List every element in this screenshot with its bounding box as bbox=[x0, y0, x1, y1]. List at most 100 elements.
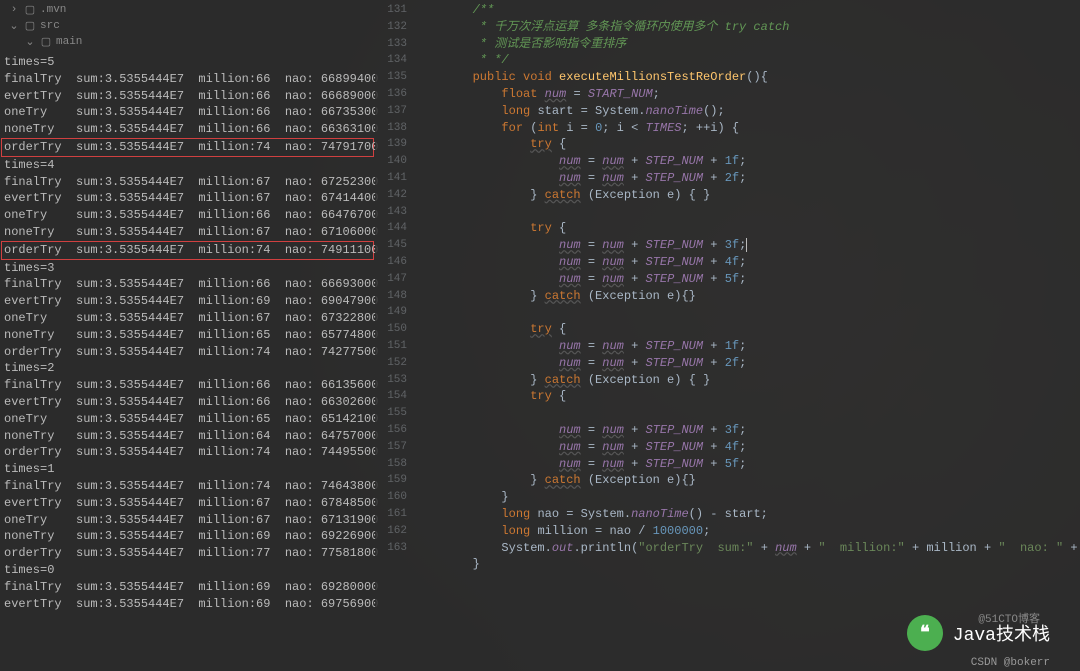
gutter-number: 145 bbox=[375, 237, 415, 254]
console-line: noneTry sum:3.5355444E7 million:66 nao: … bbox=[4, 121, 371, 138]
tree-item-mvn[interactable]: ›▢.mvn bbox=[0, 2, 375, 18]
code-line: num = num + STEP_NUM + 4f; bbox=[415, 439, 1080, 456]
gutter-number: 139 bbox=[375, 136, 415, 153]
console-line: evertTry sum:3.5355444E7 million:67 nao:… bbox=[4, 190, 371, 207]
gutter-number: 149 bbox=[375, 304, 415, 321]
folder-icon: ▢ bbox=[40, 35, 52, 49]
chevron-down-icon: ⌄ bbox=[24, 35, 36, 49]
code-line: num = num + STEP_NUM + 2f; bbox=[415, 170, 1080, 187]
gutter-number: 137 bbox=[375, 103, 415, 120]
code-line: num = num + STEP_NUM + 3f; bbox=[415, 422, 1080, 439]
console-line: noneTry sum:3.5355444E7 million:64 nao: … bbox=[4, 428, 371, 445]
console-line: times=5 bbox=[4, 54, 371, 71]
code-line: long nao = System.nanoTime() - start; bbox=[415, 506, 1080, 523]
code-line: num = num + STEP_NUM + 3f; bbox=[415, 237, 1080, 254]
code-line: num = num + STEP_NUM + 1f; bbox=[415, 153, 1080, 170]
code-line: num = num + STEP_NUM + 5f; bbox=[415, 271, 1080, 288]
gutter-number: 157 bbox=[375, 439, 415, 456]
console-line: times=2 bbox=[4, 360, 371, 377]
watermark: ❝ Java技术栈 bbox=[907, 615, 1050, 651]
tree-label: src bbox=[40, 20, 60, 32]
code-line: System.out.println("orderTry sum:" + num… bbox=[415, 540, 1080, 557]
gutter-number: 161 bbox=[375, 506, 415, 523]
console-line: finalTry sum:3.5355444E7 million:66 nao:… bbox=[4, 276, 371, 293]
code-line: } bbox=[415, 489, 1080, 506]
code-line: try { bbox=[415, 220, 1080, 237]
code-line: num = num + STEP_NUM + 4f; bbox=[415, 254, 1080, 271]
tree-label: .mvn bbox=[40, 4, 66, 16]
gutter-number: 143 bbox=[375, 204, 415, 221]
code-editor[interactable]: /** * 千万次浮点运算 多条指令循环内使用多个 try catch * 测试… bbox=[415, 0, 1080, 671]
gutter-number: 144 bbox=[375, 220, 415, 237]
code-line: try { bbox=[415, 321, 1080, 338]
console-line: oneTry sum:3.5355444E7 million:65 nao: 6… bbox=[4, 411, 371, 428]
gutter-number: 136 bbox=[375, 86, 415, 103]
gutter-number: 152 bbox=[375, 355, 415, 372]
line-gutter: 1311321331341351361371381391401411421431… bbox=[375, 0, 415, 671]
console-line: orderTry sum:3.5355444E7 million:74 nao:… bbox=[4, 344, 371, 361]
gutter-number: 158 bbox=[375, 456, 415, 473]
console-line: oneTry sum:3.5355444E7 million:67 nao: 6… bbox=[4, 310, 371, 327]
console-line: noneTry sum:3.5355444E7 million:65 nao: … bbox=[4, 327, 371, 344]
comment: * */ bbox=[473, 53, 509, 67]
console-line: times=4 bbox=[4, 157, 371, 174]
gutter-number: 138 bbox=[375, 120, 415, 137]
gutter-number: 134 bbox=[375, 52, 415, 69]
gutter-number: 150 bbox=[375, 321, 415, 338]
console-line: finalTry sum:3.5355444E7 million:67 nao:… bbox=[4, 174, 371, 191]
console-line: oneTry sum:3.5355444E7 million:66 nao: 6… bbox=[4, 104, 371, 121]
gutter-number: 133 bbox=[375, 36, 415, 53]
console-line: orderTry sum:3.5355444E7 million:74 nao:… bbox=[1, 138, 374, 157]
gutter-number: 146 bbox=[375, 254, 415, 271]
gutter-number: 155 bbox=[375, 405, 415, 422]
console-line: noneTry sum:3.5355444E7 million:69 nao: … bbox=[4, 528, 371, 545]
console-line: times=3 bbox=[4, 260, 371, 277]
gutter-number: 140 bbox=[375, 153, 415, 170]
console-line: oneTry sum:3.5355444E7 million:66 nao: 6… bbox=[4, 207, 371, 224]
code-line: public void executeMillionsTestReOrder()… bbox=[415, 69, 1080, 86]
console-output[interactable]: times=5 finalTry sum:3.5355444E7 million:… bbox=[0, 52, 375, 671]
file-tree[interactable]: ›▢.mvn ⌄▢src ⌄▢main bbox=[0, 0, 375, 52]
gutter-number: 151 bbox=[375, 338, 415, 355]
left-panel: ›▢.mvn ⌄▢src ⌄▢main times=5finalTry sum:… bbox=[0, 0, 375, 671]
code-line: long start = System.nanoTime(); bbox=[415, 103, 1080, 120]
code-line: } bbox=[415, 556, 1080, 573]
console-line: orderTry sum:3.5355444E7 million:77 nao:… bbox=[4, 545, 371, 562]
comment: * 测试是否影响指令重排序 bbox=[473, 37, 627, 51]
tree-item-main[interactable]: ⌄▢main bbox=[0, 34, 375, 50]
code-line: float num = START_NUM; bbox=[415, 86, 1080, 103]
console-line: noneTry sum:3.5355444E7 million:67 nao: … bbox=[4, 224, 371, 241]
gutter-number: 156 bbox=[375, 422, 415, 439]
code-line: } catch (Exception e) { } bbox=[415, 372, 1080, 389]
gutter-number: 153 bbox=[375, 372, 415, 389]
code-line: try { bbox=[415, 388, 1080, 405]
code-line: num = num + STEP_NUM + 2f; bbox=[415, 355, 1080, 372]
gutter-number: 162 bbox=[375, 523, 415, 540]
gutter-number bbox=[375, 556, 415, 573]
code-line: long million = nao / 1000000; bbox=[415, 523, 1080, 540]
gutter-number: 160 bbox=[375, 489, 415, 506]
gutter-number: 141 bbox=[375, 170, 415, 187]
editor-panel: 1311321331341351361371381391401411421431… bbox=[375, 0, 1080, 671]
code-line: } catch (Exception e) { } bbox=[415, 187, 1080, 204]
folder-icon: ▢ bbox=[24, 3, 36, 17]
console-line: finalTry sum:3.5355444E7 million:69 nao:… bbox=[4, 579, 371, 596]
code-line: for (int i = 0; i < TIMES; ++i) { bbox=[415, 120, 1080, 137]
gutter-number: 148 bbox=[375, 288, 415, 305]
gutter-number: 132 bbox=[375, 19, 415, 36]
console-line: finalTry sum:3.5355444E7 million:66 nao:… bbox=[4, 377, 371, 394]
code-line: num = num + STEP_NUM + 1f; bbox=[415, 338, 1080, 355]
comment: * 千万次浮点运算 多条指令循环内使用多个 try catch bbox=[473, 20, 790, 34]
code-line: } catch (Exception e){} bbox=[415, 288, 1080, 305]
gutter-number: 131 bbox=[375, 2, 415, 19]
chevron-down-icon: ⌄ bbox=[8, 19, 20, 33]
console-line: evertTry sum:3.5355444E7 million:69 nao:… bbox=[4, 596, 371, 613]
watermark-caption: CSDN @bokerr bbox=[971, 657, 1050, 669]
folder-icon: ▢ bbox=[24, 19, 36, 33]
console-line: orderTry sum:3.5355444E7 million:74 nao:… bbox=[4, 444, 371, 461]
gutter-number: 159 bbox=[375, 472, 415, 489]
gutter-number: 163 bbox=[375, 540, 415, 557]
console-line: oneTry sum:3.5355444E7 million:67 nao: 6… bbox=[4, 512, 371, 529]
tree-item-src[interactable]: ⌄ ▢ src bbox=[0, 18, 375, 34]
gutter-number: 142 bbox=[375, 187, 415, 204]
